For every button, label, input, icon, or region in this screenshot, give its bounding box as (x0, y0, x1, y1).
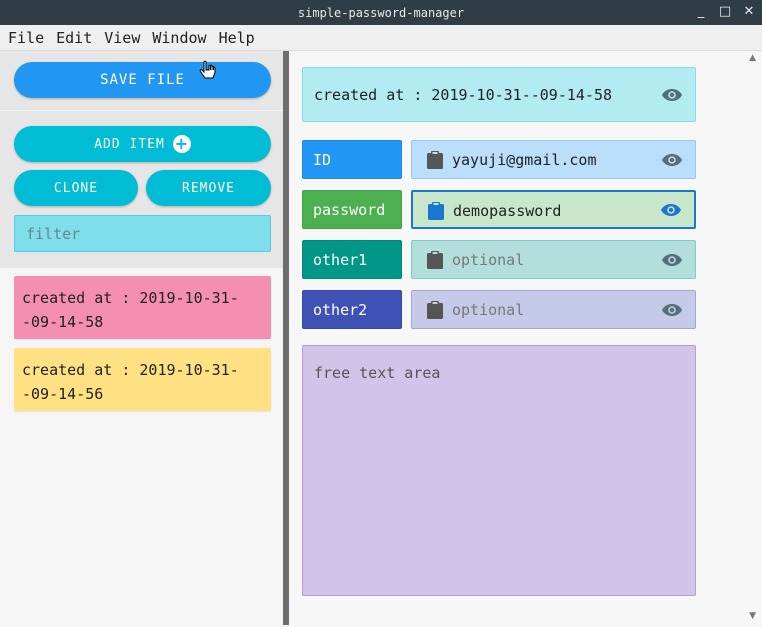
other1-placeholder: optional (452, 251, 525, 269)
password-value: demopassword (453, 202, 562, 220)
window-title: simple-password-manager (297, 5, 465, 20)
other1-label: other1 (302, 240, 402, 279)
close-icon[interactable]: ✕ (742, 4, 756, 20)
created-at-text: created at : 2019-10-31--09-14-58 (314, 85, 613, 104)
hand-cursor-icon (199, 60, 216, 79)
id-value: yayuji@gmail.com (452, 151, 597, 169)
clipboard-icon[interactable] (427, 201, 445, 221)
clipboard-icon[interactable] (426, 150, 444, 170)
maximize-icon[interactable]: □ (718, 4, 732, 20)
id-field[interactable]: yayuji@gmail.com (411, 140, 696, 179)
eye-icon[interactable] (661, 253, 683, 267)
other2-label: other2 (302, 290, 402, 329)
save-file-button[interactable]: SAVE FILE (14, 62, 271, 98)
eye-icon[interactable] (660, 203, 682, 217)
menu-help[interactable]: Help (211, 29, 259, 47)
menu-bar: File Edit View Window Help (0, 25, 762, 51)
window-controls: _ □ ✕ (694, 4, 756, 20)
menu-view[interactable]: View (96, 29, 144, 47)
menu-edit[interactable]: Edit (48, 29, 96, 47)
id-label: ID (302, 140, 402, 179)
scroll-up-icon[interactable]: ▲ (749, 53, 756, 63)
eye-icon[interactable] (661, 153, 683, 167)
remove-button[interactable]: REMOVE (146, 170, 271, 206)
password-label: password (302, 190, 402, 229)
other2-field[interactable]: optional (411, 290, 696, 329)
other1-field[interactable]: optional (411, 240, 696, 279)
menu-file[interactable]: File (0, 29, 48, 47)
password-field[interactable]: demopassword (411, 190, 696, 229)
clipboard-icon[interactable] (426, 250, 444, 270)
divider (0, 110, 283, 111)
plus-circle-icon: + (172, 134, 191, 153)
clone-button[interactable]: CLONE (14, 170, 138, 206)
scroll-down-icon[interactable]: ▼ (749, 611, 756, 621)
detail-panel: ▲ created at : 2019-10-31--09-14-58 ID y… (289, 51, 762, 625)
minimize-icon[interactable]: _ (694, 4, 708, 20)
eye-icon[interactable] (661, 303, 683, 317)
filter-input[interactable] (14, 215, 271, 252)
other2-placeholder: optional (452, 301, 525, 319)
app-window: simple-password-manager _ □ ✕ File Edit … (0, 0, 762, 627)
free-text-area[interactable]: free text area (302, 345, 696, 596)
clipboard-icon[interactable] (426, 300, 444, 320)
eye-icon[interactable] (661, 88, 683, 102)
menu-window[interactable]: Window (144, 29, 210, 47)
title-bar: simple-password-manager _ □ ✕ (0, 0, 762, 25)
add-item-label: ADD ITEM (94, 136, 165, 152)
sidebar: SAVE FILE ADD ITEM + CLONE REMOVE create… (0, 51, 283, 625)
created-at-field: created at : 2019-10-31--09-14-58 (302, 67, 696, 122)
list-item[interactable]: created at : 2019-10-31--09-14-58 (14, 276, 271, 339)
list-item[interactable]: created at : 2019-10-31--09-14-56 (14, 348, 271, 411)
add-item-button[interactable]: ADD ITEM + (14, 126, 271, 162)
